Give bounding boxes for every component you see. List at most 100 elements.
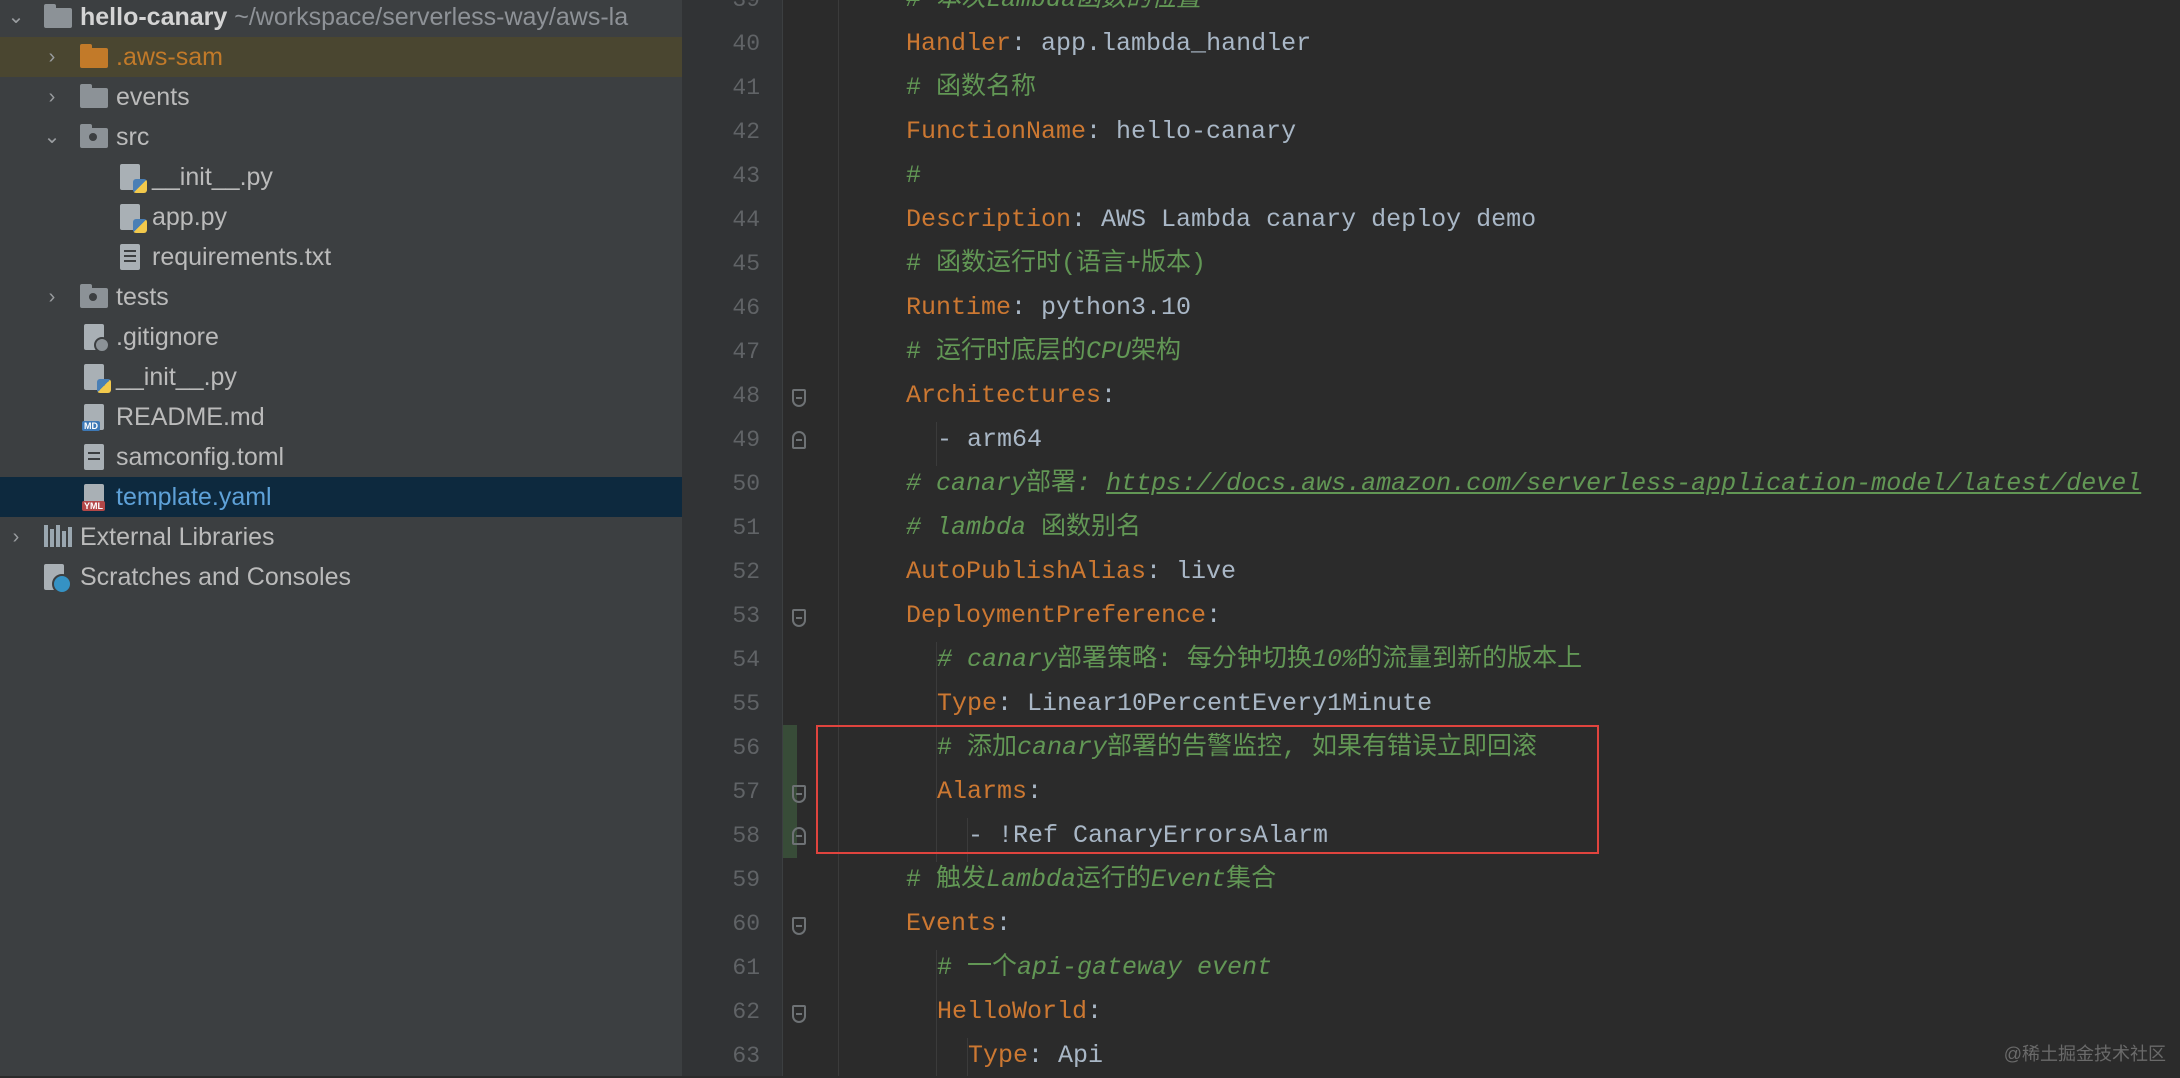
yaml-value: :	[996, 909, 1012, 938]
fold-marker-icon[interactable]	[792, 917, 806, 935]
yaml-key: AutoPublishAlias	[906, 557, 1147, 586]
code-line[interactable]: # canary部署: https://docs.aws.amazon.com/…	[906, 462, 2141, 506]
yaml-comment: 运行的	[1076, 865, 1152, 894]
code-line[interactable]: # lambda 函数别名	[906, 506, 1141, 550]
code-line[interactable]: Type: Linear10PercentEvery1Minute	[937, 682, 1432, 726]
code-line[interactable]: Description: AWS Lambda canary deploy de…	[906, 198, 1536, 242]
code-line[interactable]: Architectures:	[906, 374, 1116, 418]
chevron-down-icon[interactable]: ⌄	[4, 0, 28, 37]
yaml-comment: 架构	[1131, 337, 1182, 366]
code-line[interactable]: AutoPublishAlias: live	[906, 550, 1236, 594]
code-line[interactable]: Events:	[906, 902, 1011, 946]
code-line[interactable]: DeploymentPreference:	[906, 594, 1221, 638]
line-number: 54	[732, 647, 760, 673]
line-number: 44	[732, 207, 760, 233]
code-line[interactable]: # 运行时底层的CPU架构	[906, 330, 1181, 374]
tree-item-src[interactable]: ⌄ src	[0, 117, 682, 157]
yaml-comment: CPU	[1086, 337, 1132, 366]
fold-marker-icon[interactable]	[792, 609, 806, 627]
yaml-key: Handler	[906, 29, 1012, 58]
code-line[interactable]: - arm64	[937, 418, 1042, 462]
yaml-key: FunctionName	[906, 117, 1087, 146]
yaml-comment: 部署策略: 每分钟切换	[1057, 645, 1313, 674]
fold-marker-icon[interactable]	[792, 389, 806, 407]
yaml-comment: 10%	[1312, 645, 1358, 674]
yaml-value: : python3.10	[1011, 293, 1192, 322]
tree-item-label: template.yaml	[116, 483, 272, 511]
markdown-file-icon: MD	[82, 404, 104, 431]
tree-item-tests[interactable]: › tests	[0, 277, 682, 317]
chevron-right-icon[interactable]: ›	[40, 37, 64, 77]
chevron-down-icon[interactable]: ⌄	[40, 117, 64, 157]
chevron-right-icon[interactable]: ›	[40, 277, 64, 317]
code-line[interactable]: Type: Api	[968, 1034, 1103, 1078]
scratches-icon	[44, 564, 72, 594]
tree-item-root-init-py[interactable]: __init__.py	[0, 357, 682, 397]
code-line[interactable]: # 函数运行时(语言+版本)	[906, 242, 1206, 286]
watermark: @稀土掘金技术社区	[2003, 1044, 2166, 1064]
toml-file-icon	[84, 444, 104, 470]
code-line[interactable]: # 函数名称	[906, 66, 1036, 110]
fold-marker-icon[interactable]	[792, 785, 806, 803]
yaml-value: - arm64	[937, 425, 1043, 454]
tree-item-readme[interactable]: MD README.md	[0, 397, 682, 437]
yaml-comment: 函数别名	[1041, 513, 1142, 542]
tree-item-label: .aws-sam	[116, 43, 223, 71]
tree-item-init-py[interactable]: __init__.py	[0, 157, 682, 197]
line-number: 61	[732, 955, 760, 981]
tree-item-aws-sam[interactable]: › .aws-sam	[0, 37, 682, 77]
line-number: 63	[732, 1043, 760, 1069]
code-line[interactable]: # 一个api-gateway event	[937, 946, 1272, 990]
tree-item-gitignore[interactable]: .gitignore	[0, 317, 682, 357]
code-line[interactable]: HelloWorld:	[937, 990, 1102, 1034]
tree-item-events[interactable]: › events	[0, 77, 682, 117]
gitignore-file-icon	[84, 324, 110, 353]
tree-item-app-py[interactable]: app.py	[0, 197, 682, 237]
fold-marker-icon[interactable]	[792, 827, 806, 845]
line-number: 49	[732, 427, 760, 453]
line-number: 51	[732, 515, 760, 541]
yaml-comment: # canary	[906, 469, 1027, 498]
project-tree: ⌄ hello-canary ~/workspace/serverless-wa…	[0, 0, 682, 1076]
line-number: 48	[732, 383, 760, 409]
yaml-key: Type	[968, 1041, 1029, 1070]
yaml-comment: # 一个	[937, 953, 1018, 982]
code-line[interactable]: # canary部署策略: 每分钟切换10%的流量到新的版本上	[937, 638, 1582, 682]
code-line[interactable]: FunctionName: hello-canary	[906, 110, 1296, 154]
line-number: 47	[732, 339, 760, 365]
highlight-box	[816, 725, 1599, 854]
tree-item-label: requirements.txt	[152, 243, 332, 271]
yaml-value: : live	[1146, 557, 1237, 586]
tree-item-requirements[interactable]: requirements.txt	[0, 237, 682, 277]
text-file-icon	[120, 244, 140, 270]
yaml-comment: # canary	[937, 645, 1058, 674]
yaml-comment: # 运行时底层的	[906, 337, 1087, 366]
line-number: 56	[732, 735, 760, 761]
tree-item-template-yaml[interactable]: YML template.yaml	[0, 477, 682, 517]
source-folder-icon	[80, 124, 108, 148]
code-line[interactable]: Handler: app.lambda_handler	[906, 22, 1311, 66]
yaml-value: : hello-canary	[1086, 117, 1297, 146]
tree-item-label: samconfig.toml	[116, 443, 285, 471]
code-line[interactable]: #	[906, 154, 921, 198]
tree-item-samconfig[interactable]: samconfig.toml	[0, 437, 682, 477]
chevron-right-icon[interactable]: ›	[40, 77, 64, 117]
tree-item-label: src	[116, 123, 150, 151]
code-line[interactable]: Runtime: python3.10	[906, 286, 1191, 330]
code-line[interactable]: # 触发Lambda运行的Event集合	[906, 858, 1276, 902]
yaml-key: DeploymentPreference	[906, 601, 1207, 630]
line-number: 43	[732, 163, 760, 189]
tree-item-label: tests	[116, 283, 169, 311]
fold-marker-icon[interactable]	[792, 431, 806, 449]
tree-item-scratches[interactable]: Scratches and Consoles	[0, 557, 682, 597]
chevron-right-icon[interactable]: ›	[4, 517, 28, 557]
line-number: 53	[732, 603, 760, 629]
yaml-comment: 的流量到新的版本上	[1357, 645, 1583, 674]
tree-root-hello-canary[interactable]: ⌄ hello-canary ~/workspace/serverless-wa…	[0, 0, 682, 37]
yaml-comment: Event	[1151, 865, 1227, 894]
code-line[interactable]: # 本次Lambda函数的位置	[906, 0, 1201, 22]
libraries-icon	[44, 525, 72, 549]
fold-marker-icon[interactable]	[792, 1005, 806, 1023]
tree-item-label: app.py	[152, 203, 228, 231]
tree-item-external-libraries[interactable]: › External Libraries	[0, 517, 682, 557]
